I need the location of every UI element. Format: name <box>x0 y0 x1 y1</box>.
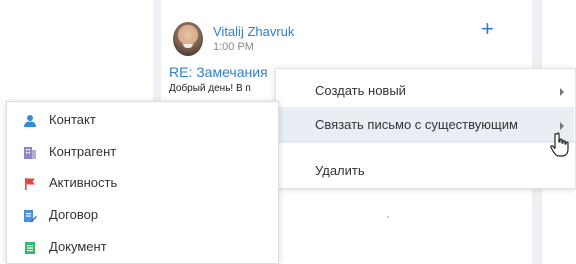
submenu-item-label: Контакт <box>49 112 96 127</box>
submenu-arrow-icon <box>560 122 564 130</box>
menu-item-label: Удалить <box>315 163 365 178</box>
menu-divider <box>276 141 575 142</box>
hand-pointer-icon <box>550 132 569 157</box>
submenu-item-label: Документ <box>49 239 107 254</box>
sender-avatar <box>173 22 203 56</box>
email-preview: Добрый день! В п <box>169 83 251 94</box>
menu-item-delete[interactable]: Удалить <box>276 153 574 189</box>
submenu-item-label: Контрагент <box>49 144 117 159</box>
account-icon <box>24 147 36 159</box>
submenu-item-account[interactable]: Контрагент <box>7 137 277 169</box>
activity-flag-icon <box>25 178 35 190</box>
submenu-item-document[interactable]: Документ <box>7 232 277 264</box>
submenu-item-contract[interactable]: Договор <box>7 200 277 232</box>
plus-icon[interactable]: + <box>481 18 494 40</box>
submenu-arrow-icon <box>560 88 564 96</box>
submenu-item-label: Договор <box>49 207 99 222</box>
link-entity-submenu: Контакт Контрагент Активность Договор До… <box>6 101 279 264</box>
submenu-item-label: Активность <box>49 175 118 190</box>
menu-item-create-new[interactable]: Создать новый <box>276 73 574 109</box>
menu-item-link-existing[interactable]: Связать письмо с существующим <box>276 107 574 143</box>
menu-item-label: Создать новый <box>315 83 406 98</box>
card-divider-dot <box>387 216 389 218</box>
submenu-item-contact[interactable]: Контакт <box>7 105 277 137</box>
email-time: 1:00 PM <box>213 41 254 53</box>
contact-icon <box>24 115 36 127</box>
document-icon <box>25 242 35 254</box>
contract-icon <box>24 210 37 223</box>
menu-item-label: Связать письмо с существующим <box>315 117 518 132</box>
submenu-item-activity[interactable]: Активность <box>7 168 277 200</box>
email-context-menu: Создать новый Связать письмо с существую… <box>275 68 576 189</box>
sender-name-link[interactable]: Vitalij Zhavruk <box>213 24 294 39</box>
email-subject[interactable]: RE: Замечания <box>169 64 268 80</box>
